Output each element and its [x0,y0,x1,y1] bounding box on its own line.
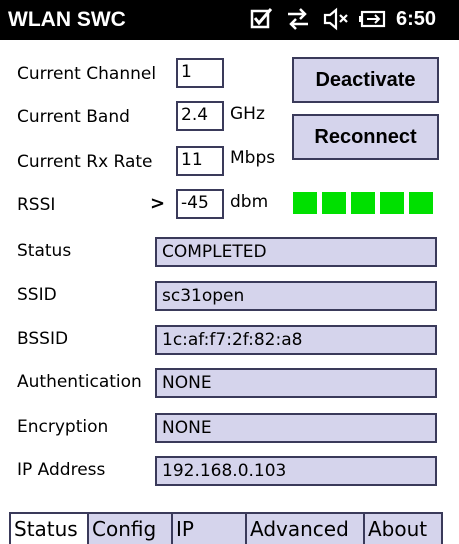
app-title: WLAN SWC [8,8,126,31]
rssi-label: RSSI [17,195,56,215]
speaker-muted-icon[interactable] [322,6,350,36]
status-field[interactable]: COMPLETED [155,237,437,267]
current-band-label: Current Band [17,107,130,127]
ip-address-label: IP Address [17,460,106,480]
encryption-field[interactable]: NONE [155,413,437,443]
signal-bar [351,192,375,214]
battery-charging-icon[interactable] [358,6,388,36]
bssid-label: BSSID [17,329,69,349]
signal-bar [409,192,433,214]
current-channel-label: Current Channel [17,64,157,84]
current-band-field[interactable]: 2.4 [176,101,224,131]
clock: 6:50 [396,8,437,30]
current-channel-field[interactable]: 1 [176,58,224,88]
current-rx-rate-label: Current Rx Rate [17,152,153,172]
checkbox-checked-icon[interactable] [250,6,274,34]
deactivate-button[interactable]: Deactivate [292,57,439,103]
tab-about[interactable]: About [363,512,443,544]
rssi-comparator: > [150,193,166,214]
tab-config[interactable]: Config [87,512,173,544]
signal-bar [293,192,317,214]
authentication-field[interactable]: NONE [155,368,437,398]
current-rx-rate-field[interactable]: 11 [176,146,224,176]
current-band-unit: GHz [230,104,265,124]
signal-bar [380,192,404,214]
ssid-field[interactable]: sc31open [155,281,437,311]
signal-bar [322,192,346,214]
tab-status[interactable]: Status [9,512,89,544]
ip-address-field[interactable]: 192.168.0.103 [155,456,437,486]
rssi-unit: dbm [230,192,269,212]
authentication-label: Authentication [17,372,142,392]
ssid-label: SSID [17,285,57,305]
bssid-field[interactable]: 1c:af:f7:2f:82:a8 [155,325,437,355]
encryption-label: Encryption [17,417,109,437]
status-label: Status [17,241,72,261]
reconnect-button[interactable]: Reconnect [292,114,439,160]
title-bar: WLAN SWC 6:50 [0,0,459,40]
tab-advanced[interactable]: Advanced [245,512,365,544]
current-rx-rate-unit: Mbps [230,148,276,168]
rssi-field[interactable]: -45 [176,189,224,219]
tab-ip[interactable]: IP [171,512,247,544]
network-arrows-icon[interactable] [284,6,312,36]
